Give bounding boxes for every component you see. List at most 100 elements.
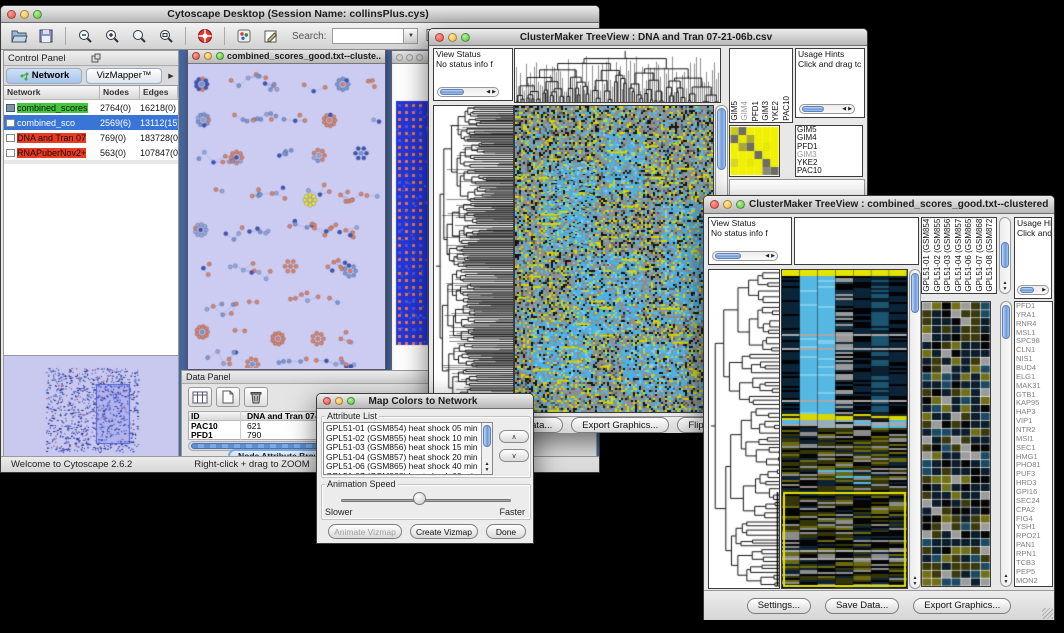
zoom-vertical-scrollbar[interactable]: ▲▼ xyxy=(1000,301,1012,587)
close-icon[interactable] xyxy=(7,10,16,19)
resize-grip[interactable] xyxy=(1042,608,1053,619)
new-attribute-button[interactable] xyxy=(216,387,240,407)
move-up-button[interactable]: ∧ xyxy=(499,430,529,443)
scrollbar-thumb[interactable] xyxy=(1020,287,1034,293)
close-icon[interactable] xyxy=(710,200,719,209)
list-vertical-scrollbar[interactable]: ▲▼ xyxy=(481,423,492,474)
dense-network-canvas[interactable] xyxy=(395,99,429,349)
network-list-row[interactable]: combined_sco 2569(6) 13112(15) xyxy=(4,115,178,130)
horizontal-scrollbar[interactable]: ▶ xyxy=(1017,285,1049,295)
attribute-item[interactable]: GPL51-07 (GSM868) heat shock 60 min xyxy=(326,472,492,476)
search-combobox[interactable]: ▼ xyxy=(332,28,418,44)
column-label[interactable]: GPL51-06 (GSM865) xyxy=(964,218,975,293)
network-table-header[interactable]: Network Nodes Edges xyxy=(4,86,178,100)
scroll-right-arrow[interactable]: ▶ xyxy=(848,106,852,112)
minimize-icon[interactable] xyxy=(448,33,457,42)
maximize-icon[interactable] xyxy=(416,54,423,61)
close-icon[interactable] xyxy=(435,33,444,42)
column-dendrogram-canvas[interactable] xyxy=(515,49,720,102)
treeview1-titlebar[interactable]: ClusterMaker TreeView : DNA and Tran 07-… xyxy=(429,29,867,46)
select-attributes-button[interactable] xyxy=(188,387,212,407)
main-titlebar[interactable]: Cytoscape Desktop (Session Name: collins… xyxy=(1,6,599,23)
row-dendrogram-canvas[interactable] xyxy=(709,270,779,588)
zoom-in-button[interactable] xyxy=(100,25,124,47)
treeview-action-button[interactable]: Export Graphics... xyxy=(913,598,1011,614)
column-label[interactable]: GPL51-04 (GSM857) xyxy=(954,218,965,293)
heatmap-canvas[interactable] xyxy=(515,106,713,412)
annotation-button[interactable] xyxy=(259,25,283,47)
treeview-action-button[interactable]: Save Data... xyxy=(825,598,899,614)
scrollbar-thumb[interactable] xyxy=(1001,242,1009,268)
column-label[interactable]: GPL51-07 (GSM868) xyxy=(975,218,986,293)
col-network[interactable]: Network xyxy=(4,86,100,99)
maximize-icon[interactable] xyxy=(33,10,42,19)
scroll-down-arrow[interactable]: ▼ xyxy=(913,581,918,587)
gene-label[interactable]: MON2 xyxy=(1015,577,1052,586)
column-label[interactable]: YKE2 xyxy=(771,49,781,122)
scroll-left-arrow[interactable]: ◀ xyxy=(842,106,846,112)
horizontal-scrollbar[interactable]: ◀▶ xyxy=(799,104,855,114)
float-panel-icon[interactable] xyxy=(91,53,174,63)
scroll-left-arrow[interactable]: ◀ xyxy=(765,253,769,259)
minimize-icon[interactable] xyxy=(20,10,29,19)
row-label[interactable]: PAC10 xyxy=(796,167,862,175)
scrollbar-thumb[interactable] xyxy=(802,106,824,112)
open-session-button[interactable] xyxy=(7,25,31,47)
scrollbar-thumb[interactable] xyxy=(717,108,726,170)
col-nodes[interactable]: Nodes xyxy=(100,86,140,99)
col-id[interactable]: ID xyxy=(189,411,241,421)
tab-vizmapper[interactable]: VizMapper™ xyxy=(86,68,162,84)
scrollbar-thumb[interactable] xyxy=(911,273,919,313)
scroll-down-arrow[interactable]: ▼ xyxy=(1003,286,1008,292)
zoom-heatmap-canvas[interactable] xyxy=(922,302,990,586)
minimize-icon[interactable] xyxy=(406,54,413,61)
scroll-right-arrow[interactable]: ▶ xyxy=(1042,287,1046,293)
network-window-titlebar[interactable]: combined_scores_good.txt--cluste... xyxy=(188,50,385,64)
delete-attribute-button[interactable] xyxy=(244,387,268,407)
heatmap-vertical-scrollbar[interactable]: ▲▼ xyxy=(909,269,921,589)
column-label[interactable]: GIM3 xyxy=(761,49,771,122)
minimize-icon[interactable] xyxy=(335,397,343,405)
treeview2-titlebar[interactable]: ClusterMaker TreeView : combined_scores_… xyxy=(704,196,1054,214)
column-label[interactable]: GPL51-03 (GSM856) xyxy=(943,218,954,293)
search-input[interactable] xyxy=(333,29,403,43)
treeview-action-button[interactable]: Export Graphics... xyxy=(571,417,669,433)
zoom-fit-button[interactable] xyxy=(154,25,178,47)
scroll-right-arrow[interactable]: ▶ xyxy=(771,253,775,259)
col-edges[interactable]: Edges xyxy=(140,86,178,99)
maximize-icon[interactable] xyxy=(736,200,745,209)
tab-network[interactable]: Network xyxy=(6,68,82,84)
column-label[interactable]: GPL51-01 (GSM854) xyxy=(922,218,933,293)
scrollbar-thumb[interactable] xyxy=(1002,305,1010,339)
vizmapper-button[interactable] xyxy=(232,25,256,47)
row-dendrogram-canvas[interactable] xyxy=(434,106,513,412)
animation-slider-track[interactable] xyxy=(341,499,511,502)
close-icon[interactable] xyxy=(323,397,331,405)
column-label[interactable]: PAC10 xyxy=(782,49,792,122)
network-overview-canvas[interactable] xyxy=(4,356,178,459)
network-list-row[interactable]: DNA and Tran 07 769(0) 183728(0) xyxy=(4,130,178,145)
search-dropdown-icon[interactable]: ▼ xyxy=(403,29,417,43)
done-button[interactable]: Done xyxy=(486,524,526,539)
network-view-window[interactable]: combined_scores_good.txt--cluste... xyxy=(187,50,386,370)
horizontal-scrollbar[interactable]: ◀▶ xyxy=(712,251,778,261)
minimize-icon[interactable] xyxy=(204,52,212,60)
save-session-button[interactable] xyxy=(34,25,58,47)
column-label[interactable]: GPL51-08 (GSM872) xyxy=(985,218,996,293)
column-label[interactable]: GIM5 xyxy=(730,49,740,122)
scroll-left-arrow[interactable]: ◀ xyxy=(486,89,490,95)
close-icon[interactable] xyxy=(396,54,403,61)
network-overview-panel[interactable] xyxy=(4,356,178,461)
tabs-more-button[interactable]: ▶ xyxy=(164,72,178,80)
column-label[interactable]: GIM4 xyxy=(740,49,750,122)
network-tree-area[interactable] xyxy=(4,164,178,356)
scrollbar-thumb[interactable] xyxy=(440,89,464,95)
move-down-button[interactable]: ∨ xyxy=(499,449,529,462)
maximize-icon[interactable] xyxy=(216,52,224,60)
scrollbar-thumb[interactable] xyxy=(483,425,491,447)
close-icon[interactable] xyxy=(192,52,200,60)
horizontal-scrollbar[interactable]: ◀▶ xyxy=(437,87,499,97)
dialog-titlebar[interactable]: Map Colors to Network xyxy=(317,394,533,409)
create-vizmap-button[interactable]: Create Vizmap xyxy=(410,524,478,539)
column-labels-panel[interactable]: GIM5 GIM4 PFD1 GIM3 YKE2 PAC10 xyxy=(729,48,793,123)
